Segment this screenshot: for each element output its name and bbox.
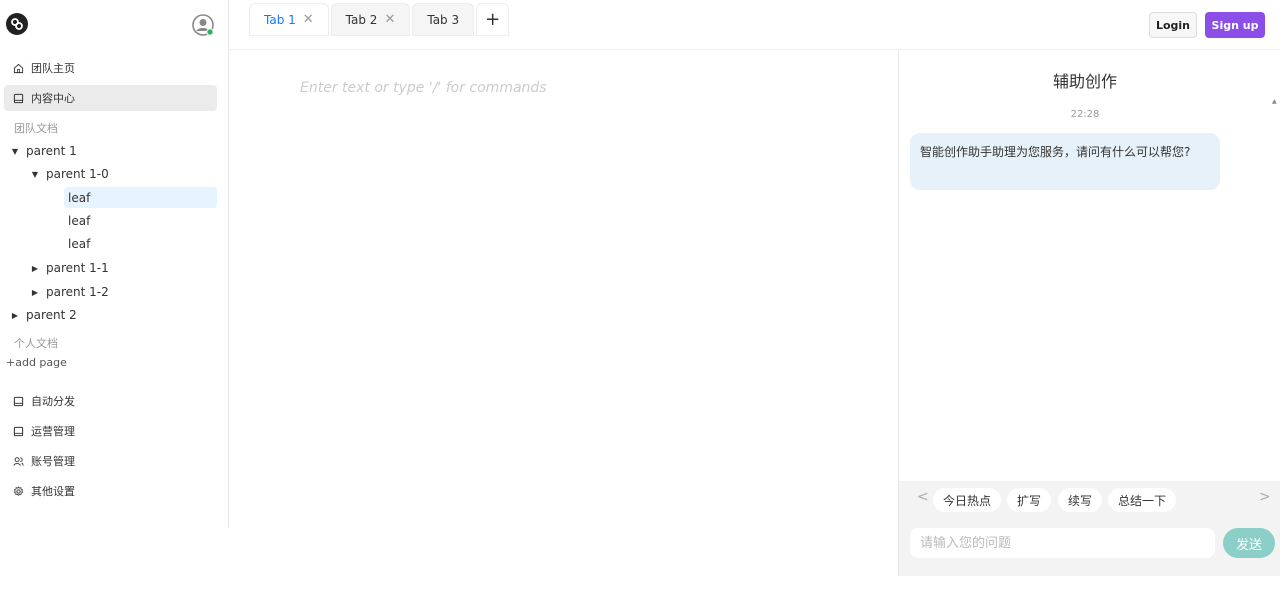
quick-chip-hot-topics[interactable]: 今日热点 [933,488,1002,512]
quick-chip-summarize[interactable]: 总结一下 [1108,488,1177,512]
menu-item-operations[interactable]: 运营管理 [4,418,217,444]
logo-icon [11,18,23,30]
caret-down-icon[interactable]: ▼ [30,170,40,179]
tab-1[interactable]: Tab 1 ✕ [249,3,329,36]
menu-item-label: 账号管理 [31,455,75,468]
tree-node-parent-1[interactable]: ▼ parent 1 [10,141,77,161]
tab-bar: Tab 1 ✕ Tab 2 ✕ Tab 3 + [249,3,510,36]
close-icon[interactable]: ✕ [303,12,314,27]
book-icon [12,92,24,104]
assistant-title: 辅助创作 [1052,72,1117,91]
quick-chip-continue[interactable]: 续写 [1058,488,1103,512]
caret-right-icon[interactable]: ▶ [30,288,40,297]
tree-node-label: parent 1-2 [46,285,109,299]
chevron-left-icon[interactable]: < [917,489,929,505]
editor-placeholder[interactable]: Enter text or type '/' for commands [300,80,547,96]
gear-icon [12,485,24,497]
caret-right-icon[interactable]: ▶ [30,264,40,273]
signup-button[interactable]: Sign up [1205,12,1265,38]
tree-leaf[interactable]: leaf [64,187,217,208]
tree-node-parent-1-2[interactable]: ▶ parent 1-2 [30,282,109,302]
menu-item-accounts[interactable]: 账号管理 [4,448,217,474]
chevron-right-icon[interactable]: > [1259,489,1271,505]
tab-label: Tab 3 [427,12,460,27]
caret-down-icon[interactable]: ▼ [10,147,20,156]
book-icon [12,395,24,407]
tab-3[interactable]: Tab 3 [412,3,475,36]
user-avatar[interactable] [192,14,214,36]
tree-node-label: parent 1-0 [46,167,109,181]
app-logo[interactable] [6,13,28,35]
tree-node-parent-2[interactable]: ▶ parent 2 [10,305,77,325]
tab-label: Tab 1 [264,12,296,27]
add-tab-button[interactable]: + [476,3,510,36]
user-avatar-icon [192,14,214,36]
menu-item-label: 运营管理 [31,425,75,438]
message-timestamp: 22:28 [1070,109,1100,120]
menu-item-label: 内容中心 [31,92,75,105]
tab-label: Tab 2 [345,12,378,27]
caret-right-icon[interactable]: ▶ [10,311,20,320]
menu-item-label: 自动分发 [31,395,75,408]
chat-question-input[interactable] [910,528,1215,558]
close-icon[interactable]: ✕ [384,12,395,27]
tree-node-label: parent 1 [26,144,77,158]
users-icon [12,455,24,467]
tree-leaf[interactable]: leaf [64,210,217,231]
menu-item-settings[interactable]: 其他设置 [4,478,217,504]
send-button[interactable]: 发送 [1223,528,1275,558]
menu-item-label: 其他设置 [31,485,75,498]
personal-docs-label: 个人文档 [14,337,58,350]
add-page-link[interactable]: +add page [6,356,67,369]
tree-node-label: parent 2 [26,308,77,322]
tab-2[interactable]: Tab 2 ✕ [330,3,411,36]
app-root: 团队主页 内容中心 团队文档 ▼ parent 1 ▼ parent 1-0 l… [0,0,1280,591]
scroll-up-icon[interactable]: ▲ [1272,98,1277,105]
sidebar: 团队主页 内容中心 团队文档 ▼ parent 1 ▼ parent 1-0 l… [0,0,229,528]
assistant-panel: 辅助创作 22:28 智能创作助手助理为您服务，请问有什么可以帮您? ▲ < 今… [898,50,1280,576]
quick-chip-expand[interactable]: 扩写 [1007,488,1052,512]
team-docs-label: 团队文档 [14,122,58,135]
login-button[interactable]: Login [1149,12,1197,38]
menu-item-content-center[interactable]: 内容中心 [4,85,217,111]
tree-node-parent-1-1[interactable]: ▶ parent 1-1 [30,258,109,278]
tree-leaf[interactable]: leaf [64,233,217,254]
chat-input-area: < 今日热点 扩写 续写 总结一下 > 发送 [899,481,1280,576]
assistant-message-bubble: 智能创作助手助理为您服务，请问有什么可以帮您? [910,133,1220,190]
menu-item-label: 团队主页 [31,62,75,75]
tree-node-parent-1-0[interactable]: ▼ parent 1-0 [30,164,109,184]
menu-item-team-home[interactable]: 团队主页 [4,55,217,81]
home-icon [12,62,24,74]
book-icon [12,425,24,437]
chat-scrollbar[interactable]: ▲ [1270,98,1280,481]
tree-node-label: parent 1-1 [46,261,109,275]
menu-item-auto-distribute[interactable]: 自动分发 [4,388,217,414]
